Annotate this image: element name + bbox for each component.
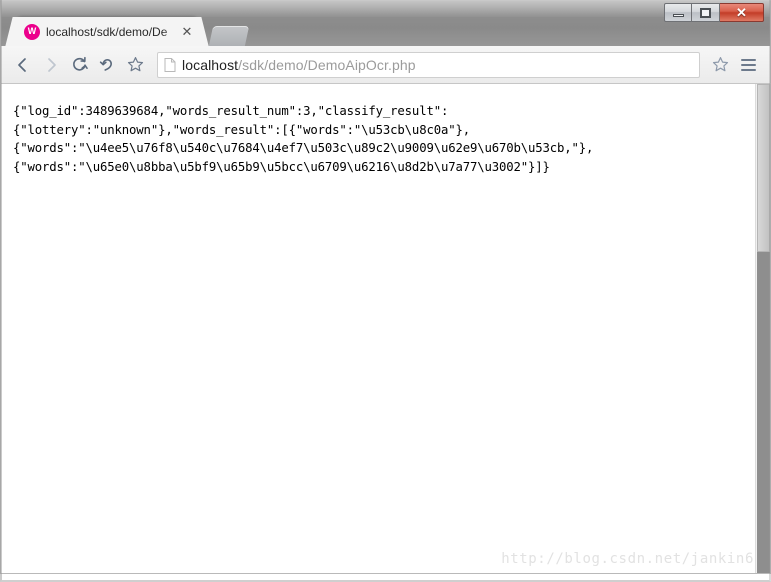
page-content: {"log_id":3489639684,"words_result_num":… bbox=[0, 84, 771, 574]
hamburger-menu-icon bbox=[740, 56, 756, 74]
close-icon[interactable]: ✕ bbox=[179, 24, 195, 40]
back-button[interactable] bbox=[9, 51, 37, 79]
page-document-icon bbox=[164, 57, 176, 72]
close-window-button[interactable]: ✕ bbox=[720, 3, 764, 22]
bookmark-star-button-left[interactable] bbox=[121, 51, 149, 79]
json-response-text: {"log_id":3489639684,"words_result_num":… bbox=[13, 104, 594, 175]
reload-button[interactable] bbox=[65, 51, 93, 79]
favicon-glyph: W bbox=[27, 26, 37, 36]
browser-menu-button[interactable] bbox=[734, 51, 762, 79]
maximize-icon bbox=[700, 7, 711, 18]
history-back-button[interactable] bbox=[93, 51, 121, 79]
scrollbar-track[interactable] bbox=[757, 252, 770, 573]
tab-strip: W localhost/sdk/demo/De ✕ bbox=[15, 16, 250, 46]
forward-arrow-icon bbox=[48, 57, 56, 72]
tab-localhost[interactable]: W localhost/sdk/demo/De ✕ bbox=[15, 17, 199, 46]
star-icon bbox=[127, 57, 143, 72]
tab-title: localhost/sdk/demo/De bbox=[46, 24, 168, 39]
vertical-scrollbar[interactable] bbox=[755, 84, 770, 573]
title-bar-gloss bbox=[1, 1, 770, 17]
maximize-button[interactable] bbox=[692, 3, 720, 22]
minimize-icon bbox=[672, 14, 684, 17]
url-text: localhost/sdk/demo/DemoAipOcr.php bbox=[182, 57, 416, 73]
reload-icon bbox=[72, 56, 88, 71]
forward-button[interactable] bbox=[37, 51, 65, 79]
wordpress-favicon-icon: W bbox=[24, 23, 40, 40]
minimize-button[interactable] bbox=[664, 3, 692, 22]
url-host: localhost bbox=[182, 56, 239, 73]
close-window-icon: ✕ bbox=[736, 5, 747, 20]
url-path: /sdk/demo/DemoAipOcr.php bbox=[238, 56, 416, 73]
bookmark-star-button[interactable] bbox=[706, 51, 734, 79]
browser-window: W localhost/sdk/demo/De ✕ ✕ localhost/sd… bbox=[0, 0, 771, 582]
title-bar: W localhost/sdk/demo/De ✕ ✕ bbox=[0, 0, 771, 46]
new-tab-button[interactable] bbox=[208, 26, 250, 46]
window-controls: ✕ bbox=[664, 3, 764, 22]
address-bar[interactable]: localhost/sdk/demo/DemoAipOcr.php bbox=[157, 51, 700, 78]
scrollbar-thumb[interactable] bbox=[757, 84, 770, 252]
undo-arrow-icon bbox=[99, 58, 112, 71]
back-arrow-icon bbox=[18, 57, 26, 72]
star-icon bbox=[712, 57, 728, 72]
browser-toolbar: localhost/sdk/demo/DemoAipOcr.php bbox=[0, 46, 771, 84]
watermark-text: http://blog.csdn.net/jankin6 bbox=[501, 551, 754, 567]
